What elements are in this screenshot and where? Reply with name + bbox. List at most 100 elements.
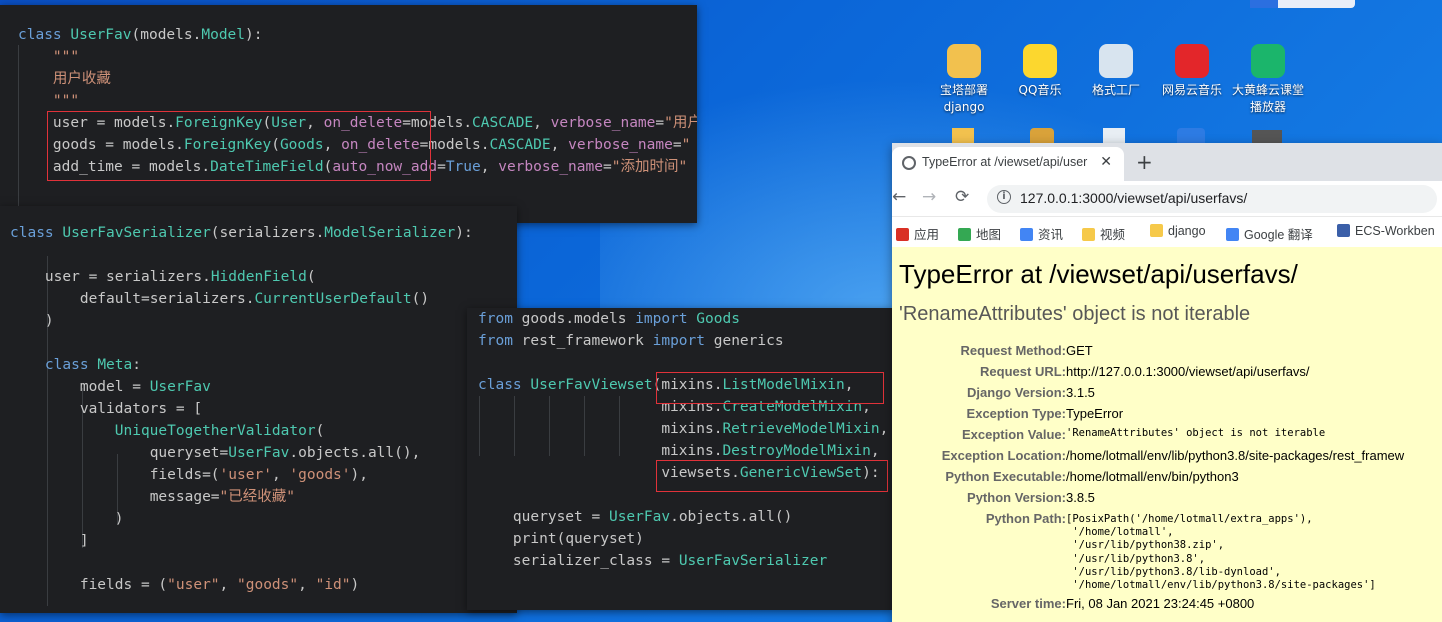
meta-row: Request Method: GET [892,343,1442,364]
models-code-line: """ [18,93,80,109]
forward-arrow-icon[interactable]: → [922,187,936,207]
bookmarks-bar: 应用 地图 资讯 视频 django Google 翻译 ECS-Workben [892,217,1442,248]
serializer-code-line: ] [10,533,89,549]
serializer-code-line: class Meta: [44,357,141,373]
serializer-code-line: class UserFavSerializer(serializers.Mode… [10,225,473,241]
meta-value: 'RenameAttributes' object is not iterabl… [1066,427,1326,439]
viewset-code-line: serializer_class = UserFavSerializer [512,553,828,569]
serializer-code-line: ) [10,313,54,329]
address-bar[interactable]: i 127.0.0.1:3000/viewset/api/userfavs/ [987,185,1437,213]
meta-row: Request URL: http://127.0.0.1:3000/viewse… [892,364,1442,385]
bookmark-label: 地图 [976,228,1002,242]
close-tab-icon[interactable]: ✕ [1100,154,1112,170]
meta-row: Exception Type: TypeError [892,406,1442,427]
bookmark-6[interactable]: ECS-Workben [1337,224,1435,238]
meta-row: Python Version: 3.8.5 [892,490,1442,511]
top-notification-strip [1250,0,1355,8]
meta-key: Python Version: [967,490,1066,505]
site-info-icon[interactable]: i [997,190,1011,204]
python-path-entry: [PosixPath('/home/lotmall/extra_apps'), [1066,513,1313,525]
desktop-icon[interactable]: QQ音乐 [1004,44,1076,99]
viewset-code-line: from goods.models import Goods [478,311,740,327]
models-code-line: 用户收藏 [18,71,111,87]
browser-toolbar: ← → ⟳ i 127.0.0.1:3000/viewset/api/userf… [892,181,1442,217]
serializer-code-line: fields = ("user", "goods", "id") [79,577,360,593]
code-editor-viewset[interactable]: from goods.models import Goods from rest_… [467,308,893,610]
meta-row: Python Executable:/home/lotmall/env/bin/… [892,469,1442,490]
code-editor-models[interactable]: class UserFav(models.Model): """ 用户收藏 ""… [0,5,697,223]
ecs-icon [1337,224,1350,237]
meta-value: Fri, 08 Jan 2021 23:24:45 +0800 [1066,596,1255,611]
desktop-icon[interactable]: 网易云音乐 [1156,44,1228,99]
meta-key: Request Method: [960,343,1066,358]
bookmark-label: 应用 [914,228,940,242]
meta-value: GET [1066,343,1093,358]
models-code-line: """ [18,49,80,65]
reload-icon[interactable]: ⟳ [955,187,969,207]
tab-strip: TypeError at /viewset/api/user ✕ + [892,143,1442,181]
models-code-line: user = models.ForeignKey(User, on_delete… [52,115,697,131]
tab-title: TypeError at /viewset/api/user [922,155,1088,169]
desktop-icon-label: 播放器 [1249,100,1286,114]
desktop-icon-label: 大黄蜂云课堂 [1232,83,1305,97]
serializer-code-line: UniqueTogetherValidator( [114,423,325,439]
meta-key: Server time: [990,596,1066,611]
bookmark-4[interactable]: django [1150,224,1206,238]
viewset-code-line: mixins.CreateModelMixin, [661,399,871,415]
meta-value: http://127.0.0.1:3000/viewset/api/userfa… [1066,364,1310,379]
meta-value: 3.8.5 [1066,490,1095,505]
meta-key: Exception Location: [941,448,1066,463]
desktop-icon[interactable]: 宝塔部署 django [928,44,1000,116]
viewset-code-line: from rest_framework import generics [478,333,784,349]
bookmark-1[interactable]: 地图 [958,224,1001,243]
desktop-icon-label: QQ音乐 [1018,83,1062,97]
bookmark-label: 资讯 [1038,228,1064,242]
format-factory-icon [1099,44,1133,78]
meta-key: Exception Value: [961,427,1066,442]
meta-value: TypeError [1066,406,1124,421]
meta-row: Django Version: 3.1.5 [892,385,1442,406]
meta-key: Python Executable: [945,469,1066,484]
bookmark-label: Google 翻译 [1244,228,1313,242]
meta-key: Request URL: [980,364,1066,379]
new-tab-button[interactable]: + [1136,150,1153,174]
meta-key: Python Path: [985,511,1066,526]
bookmark-0[interactable]: 应用 [896,224,939,243]
serializer-code-line: validators = [ [79,401,203,417]
tab-typeerror[interactable]: TypeError at /viewset/api/user ✕ [892,147,1124,181]
desktop-icon-label: 网易云音乐 [1161,83,1222,97]
meta-key: Exception Type: [966,406,1066,421]
viewset-code-line: mixins.RetrieveModelMixin, [661,421,889,437]
desktop-icon[interactable]: 格式工厂 [1080,44,1152,99]
news-icon [1020,228,1033,241]
error-title: TypeError at /viewset/api/userfavs/ [899,259,1298,289]
python-path-entry: '/home/lotmall', [1066,526,1174,539]
models-code-line: class UserFav(models.Model): [18,27,263,43]
viewset-code-line: mixins.DestroyModelMixin, [661,443,880,459]
serializer-code-line: fields=('user', 'goods'), [149,467,368,483]
bookmark-label: 视频 [1100,228,1126,242]
back-arrow-icon[interactable]: ← [892,187,906,207]
serializer-code-line: default=serializers.CurrentUserDefault() [79,291,430,307]
viewset-code-line: queryset = UserFav.objects.all() [512,509,793,525]
models-code-line: add_time = models.DateTimeField(auto_now… [52,159,688,175]
serializer-code-line: queryset=UserFav.objects.all(), [149,445,421,461]
bookmark-3[interactable]: 视频 [1082,224,1125,243]
netease-music-icon [1175,44,1209,78]
models-code-line: goods = models.ForeignKey(Goods, on_dele… [52,137,691,153]
serializer-code-line: message="已经收藏" [149,489,295,505]
url-text[interactable]: 127.0.0.1:3000/viewset/api/userfavs/ [1020,190,1247,206]
meta-value: 3.1.5 [1066,385,1095,400]
serializer-code-line: user = serializers.HiddenField( [44,269,316,285]
bookmark-2[interactable]: 资讯 [1020,224,1063,243]
desktop-icon-label: 格式工厂 [1091,83,1140,97]
django-error-page: TypeError at /viewset/api/userfavs/ 'Ren… [892,247,1442,622]
bookmark-5[interactable]: Google 翻译 [1226,224,1313,243]
meta-value: /home/lotmall/env/bin/python3 [1066,469,1239,484]
translate-icon [1226,228,1239,241]
python-path-entry: '/usr/lib/python3.8/lib-dynload', [1066,565,1281,578]
code-editor-serializer[interactable]: class UserFavSerializer(serializers.Mode… [0,206,517,613]
folder-icon [947,44,981,78]
desktop-icon[interactable]: 大黄蜂云课堂 播放器 [1232,44,1304,116]
apps-icon [896,228,909,241]
